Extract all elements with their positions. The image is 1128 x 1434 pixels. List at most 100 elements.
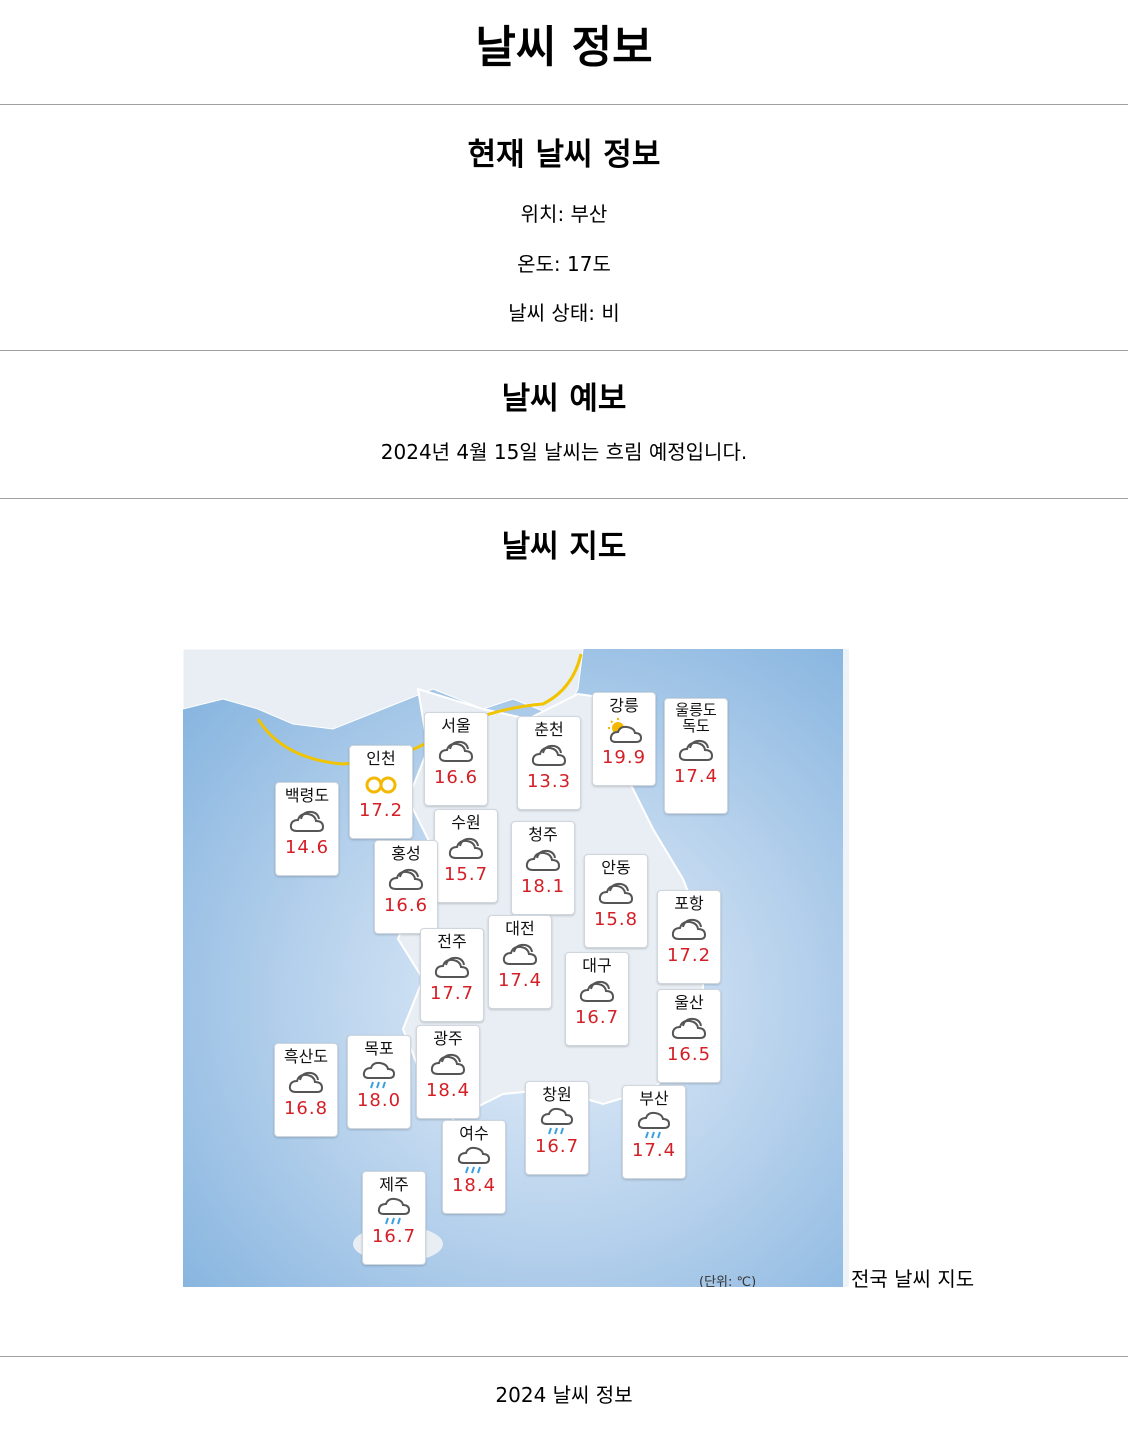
city-temperature: 14.6 — [284, 837, 330, 858]
weather-map: 백령도 14.6 인천 17.2 서울 16.6 춘천 13.3 강릉 19.9 울릉도 독도 17.… — [183, 649, 849, 1287]
city-name: 울산 — [674, 993, 704, 1012]
city-card: 강릉 19.9 — [592, 692, 656, 786]
city-name: 강릉 — [609, 696, 639, 715]
city-card: 안동 15.8 — [584, 854, 648, 948]
city-name: 백령도 — [284, 786, 330, 805]
city-temperature: 18.4 — [451, 1175, 497, 1196]
cloudy-icon — [276, 807, 338, 837]
cloudy-icon — [275, 1068, 337, 1098]
city-temperature: 16.5 — [666, 1044, 712, 1065]
haze-icon — [350, 770, 412, 800]
city-temperature: 16.6 — [383, 895, 429, 916]
city-card: 서울 16.6 — [424, 712, 488, 806]
weather-map-image: 백령도 14.6 인천 17.2 서울 16.6 춘천 13.3 강릉 19.9 울릉도 독도 17.… — [183, 649, 849, 1287]
city-temperature: 17.4 — [497, 970, 543, 991]
rain-icon — [526, 1106, 588, 1136]
cloudy-icon — [512, 846, 574, 876]
city-temperature: 13.3 — [526, 771, 572, 792]
city-temperature: 17.4 — [673, 766, 719, 787]
rain-icon — [363, 1196, 425, 1226]
cloudy-icon — [665, 736, 727, 766]
footer-text: 2024 날씨 정보 — [495, 1383, 633, 1407]
city-name: 제주 — [379, 1175, 409, 1194]
cloudy-icon — [489, 940, 551, 970]
current-weather-heading: 현재 날씨 정보 — [467, 137, 661, 173]
partly-cloudy-icon — [593, 717, 655, 747]
cloudy-icon — [658, 1014, 720, 1044]
city-card: 흑산도 16.8 — [274, 1043, 338, 1137]
city-card: 대전 17.4 — [488, 915, 552, 1009]
city-name: 창원 — [542, 1085, 572, 1104]
city-card: 인천 17.2 — [349, 745, 413, 839]
city-temperature: 17.4 — [631, 1140, 677, 1161]
forecast-section: 날씨 예보 2024년 4월 15일 날씨는 흐림 예정입니다. — [0, 351, 1128, 499]
city-card: 제주 16.7 — [362, 1171, 426, 1265]
city-name: 청주 — [528, 825, 558, 844]
rain-icon — [623, 1110, 685, 1140]
city-name: 춘천 — [534, 720, 564, 739]
weather-map-section: 날씨 지도 백령도 14.6 인천 17.2 서울 16.6 춘천 13.3 강릉 19.9 울릉도… — [0, 499, 1128, 1357]
map-caption: 전국 날씨 지도 — [851, 1267, 975, 1291]
city-temperature: 19.9 — [601, 747, 647, 768]
city-temperature: 18.4 — [425, 1080, 471, 1101]
city-card: 포항 17.2 — [657, 890, 721, 984]
map-edge — [843, 649, 849, 1287]
city-temperature: 16.7 — [371, 1226, 417, 1247]
city-card: 부산 17.4 — [622, 1085, 686, 1179]
city-card: 목포 18.0 — [347, 1035, 411, 1129]
city-card: 수원 15.7 — [434, 809, 498, 903]
cloudy-icon — [375, 865, 437, 895]
city-temperature: 15.7 — [443, 864, 489, 885]
condition-text: 날씨 상태: 비 — [508, 301, 620, 325]
cloudy-icon — [658, 915, 720, 945]
city-card: 울릉도 독도 17.4 — [664, 698, 728, 814]
city-temperature: 17.7 — [429, 983, 475, 1004]
city-temperature: 16.7 — [534, 1136, 580, 1157]
cloudy-icon — [566, 977, 628, 1007]
city-temperature: 16.6 — [433, 767, 479, 788]
city-card: 춘천 13.3 — [517, 716, 581, 810]
rain-icon — [348, 1060, 410, 1090]
city-name: 홍성 — [391, 844, 421, 863]
unit-label: (단위: ℃) — [699, 1275, 757, 1287]
location-text: 위치: 부산 — [520, 202, 608, 226]
forecast-heading: 날씨 예보 — [501, 381, 627, 417]
forecast-text: 2024년 4월 15일 날씨는 흐림 예정입니다. — [380, 440, 748, 464]
city-name: 수원 — [451, 813, 481, 832]
city-name: 포항 — [674, 894, 704, 913]
city-name: 울릉도 독도 — [675, 701, 717, 735]
cloudy-icon — [421, 953, 483, 983]
city-temperature: 18.1 — [520, 876, 566, 897]
cloudy-icon — [417, 1050, 479, 1080]
city-temperature: 18.0 — [356, 1090, 402, 1111]
cloudy-icon — [425, 737, 487, 767]
page-footer: 2024 날씨 정보 — [0, 1357, 1128, 1433]
weather-map-heading: 날씨 지도 — [501, 529, 627, 565]
city-card: 전주 17.7 — [420, 928, 484, 1022]
page-title: 날씨 정보 — [475, 22, 653, 73]
city-temperature: 16.8 — [283, 1098, 329, 1119]
city-card: 홍성 16.6 — [374, 840, 438, 934]
rain-icon — [443, 1145, 505, 1175]
city-card: 청주 18.1 — [511, 821, 575, 915]
city-card: 울산 16.5 — [657, 989, 721, 1083]
cloudy-icon — [518, 741, 580, 771]
city-temperature: 17.2 — [666, 945, 712, 966]
city-card: 백령도 14.6 — [275, 782, 339, 876]
cloudy-icon — [585, 879, 647, 909]
city-name: 부산 — [639, 1089, 669, 1108]
city-name: 전주 — [437, 932, 467, 951]
city-card: 여수 18.4 — [442, 1120, 506, 1214]
city-name: 대구 — [582, 956, 612, 975]
cloudy-icon — [435, 834, 497, 864]
city-card: 창원 16.7 — [525, 1081, 589, 1175]
city-card: 광주 18.4 — [416, 1025, 480, 1119]
city-name: 인천 — [366, 749, 396, 768]
city-name: 서울 — [441, 716, 471, 735]
city-name: 대전 — [505, 919, 535, 938]
city-name: 안동 — [601, 858, 631, 877]
page-header: 날씨 정보 — [0, 0, 1128, 105]
city-name: 여수 — [459, 1124, 489, 1143]
city-name: 흑산도 — [283, 1047, 329, 1066]
city-name: 목포 — [364, 1039, 394, 1058]
